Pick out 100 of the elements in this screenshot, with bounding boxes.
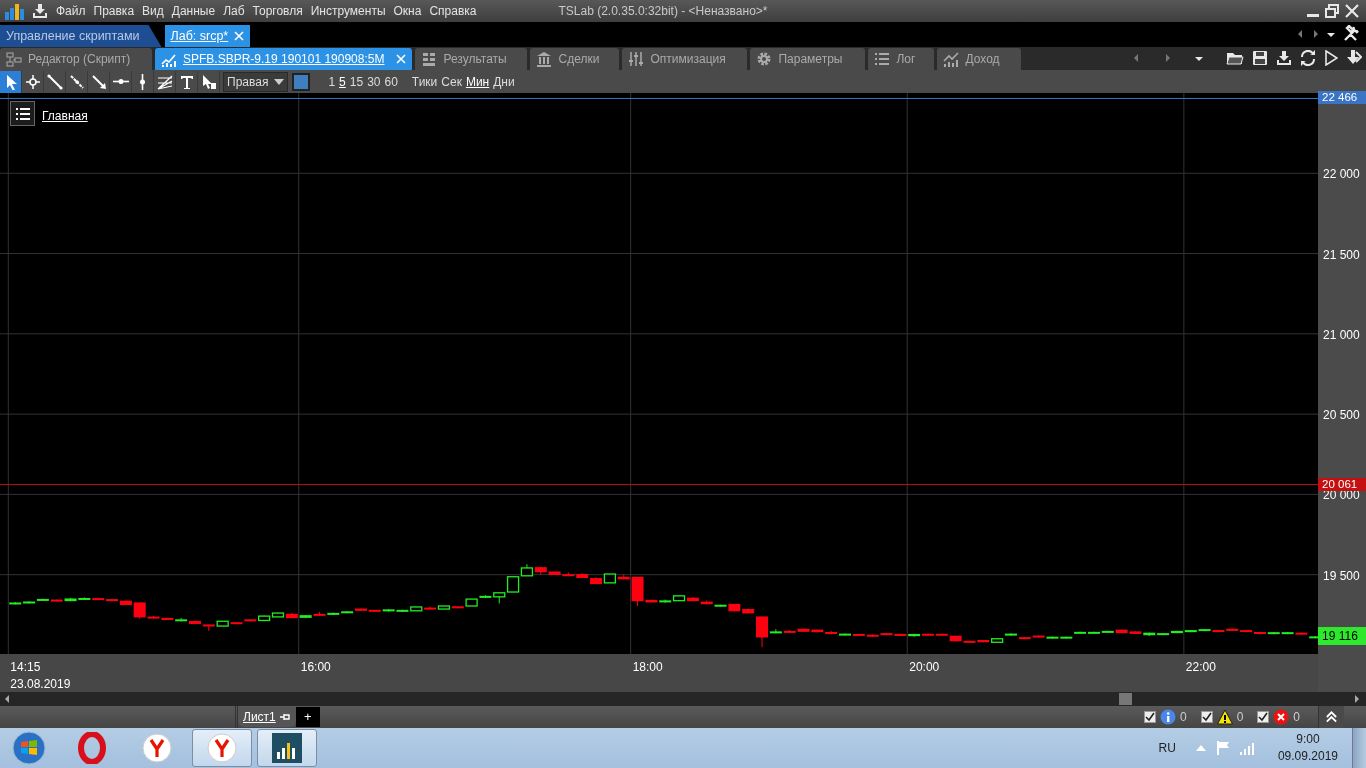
- scroll-right-icon[interactable]: [1164, 53, 1172, 63]
- unit-option[interactable]: Сек: [439, 72, 464, 91]
- drawing-tool-button[interactable]: [110, 70, 132, 93]
- caret-icon: [274, 77, 285, 86]
- time-label: 16:00: [300, 660, 331, 674]
- menu-item[interactable]: Данные: [167, 2, 220, 20]
- drawing-tool-button[interactable]: [44, 70, 66, 93]
- view-tab[interactable]: Оптимизация: [622, 48, 748, 70]
- menu-item[interactable]: Инструменты: [306, 2, 390, 20]
- taskbar-app[interactable]: [192, 729, 252, 767]
- horizontal-line-icon: [112, 79, 129, 84]
- refresh-icon[interactable]: [1300, 50, 1316, 66]
- menu-item[interactable]: Вид: [138, 2, 168, 20]
- scroll-left-icon[interactable]: [1296, 29, 1304, 39]
- text-tool-icon: [178, 73, 195, 90]
- axis-side-dropdown[interactable]: Правая: [223, 71, 289, 92]
- interval-option[interactable]: 30: [365, 72, 383, 91]
- folder-icon[interactable]: [1226, 50, 1244, 66]
- unit-option[interactable]: Тики: [409, 72, 440, 91]
- list-icon: [874, 51, 891, 67]
- close-icon: [1345, 4, 1359, 18]
- unit-option[interactable]: Мин: [463, 72, 492, 91]
- close-icon[interactable]: [396, 54, 407, 64]
- unit-option[interactable]: Дни: [491, 72, 517, 91]
- last-price-tag: 19 116: [1318, 627, 1366, 646]
- message-count: 0: [1236, 709, 1244, 726]
- message-count: 0: [1293, 709, 1300, 726]
- view-tab[interactable]: Редактор (Скрипт): [0, 48, 152, 70]
- drawing-tool-button[interactable]: [154, 70, 176, 93]
- menu-item[interactable]: Правка: [89, 2, 139, 20]
- chevron-up-icon: [1325, 710, 1338, 724]
- flowchart-icon: [6, 51, 22, 67]
- pointer-delete-icon: [200, 73, 217, 90]
- minimize-icon: [1307, 14, 1319, 17]
- add-sheet-button[interactable]: +: [295, 707, 320, 727]
- close-icon[interactable]: [234, 31, 245, 41]
- download-icon[interactable]: [1276, 50, 1292, 66]
- expand-button[interactable]: [1318, 706, 1344, 728]
- menu-item[interactable]: Справка: [425, 2, 481, 20]
- play-icon[interactable]: [1324, 50, 1338, 66]
- floppy-icon[interactable]: [1252, 50, 1268, 66]
- drawing-tool-button[interactable]: [0, 70, 22, 93]
- tools-icon[interactable]: [1342, 25, 1360, 43]
- sheet-tab[interactable]: Лист1: [238, 707, 296, 727]
- restore-button[interactable]: [1322, 1, 1342, 21]
- yandex-icon: [141, 732, 173, 764]
- filter-checkbox[interactable]: [1257, 711, 1270, 723]
- view-tab[interactable]: Сделки: [530, 48, 620, 70]
- menu-item[interactable]: Лаб: [219, 2, 249, 20]
- price-level-tag: 22 466: [1318, 91, 1366, 105]
- view-tab[interactable]: Параметры: [750, 48, 866, 70]
- scrollbar-thumb[interactable]: [1119, 693, 1132, 705]
- restore-icon: [1325, 4, 1339, 18]
- menu-item[interactable]: Окна: [389, 2, 426, 20]
- menu-icon: [14, 106, 31, 121]
- warning-icon: [1216, 709, 1233, 725]
- price-label: 21 500: [1323, 247, 1360, 262]
- scroll-left-icon[interactable]: [1132, 53, 1140, 63]
- time-label: 20:00: [909, 660, 940, 674]
- pane-link[interactable]: Главная: [42, 107, 88, 125]
- view-tab[interactable]: Результаты: [415, 48, 528, 70]
- view-tab[interactable]: Доход: [937, 48, 1022, 70]
- interval-option[interactable]: 5: [337, 72, 348, 91]
- filter-checkbox[interactable]: [1200, 711, 1213, 723]
- opera-icon: [76, 732, 108, 764]
- price-label: 19 500: [1323, 568, 1360, 583]
- scroll-left-icon[interactable]: [4, 695, 10, 703]
- gear-icon: [756, 51, 773, 67]
- fan-lines-icon: [156, 73, 173, 90]
- time-label: 14:15: [10, 660, 41, 674]
- scroll-right-icon[interactable]: [1354, 695, 1360, 703]
- yandex-icon: [206, 732, 238, 764]
- step-down-icon[interactable]: [1346, 50, 1362, 66]
- window-title: TSLab (2.0.35.0:32bit) - <Неназвано>*: [558, 3, 768, 20]
- filter-checkbox[interactable]: [1143, 711, 1156, 723]
- show-desktop-button[interactable]: [1352, 728, 1366, 768]
- tslab-icon: [271, 732, 303, 764]
- view-tab[interactable]: Лог: [868, 48, 935, 70]
- vertical-line-icon: [140, 73, 145, 90]
- date-label: 23.08.2019: [10, 677, 71, 691]
- interval-option[interactable]: 1: [326, 72, 338, 91]
- interval-option[interactable]: 15: [347, 72, 366, 91]
- time-label: 22:00: [1185, 660, 1216, 674]
- interval-option[interactable]: 60: [382, 72, 400, 91]
- language-indicator[interactable]: RU: [1158, 739, 1176, 757]
- line-icon: [46, 73, 63, 90]
- bar-chart-icon: [943, 51, 960, 67]
- taskbar-app[interactable]: [257, 729, 317, 767]
- menu-item[interactable]: Торговля: [248, 2, 307, 20]
- document-tab[interactable]: Управление скриптами: [0, 25, 162, 47]
- logo-icon: [4, 2, 24, 20]
- pane-menu-button[interactable]: [10, 101, 35, 126]
- menu-item[interactable]: Файл: [52, 2, 90, 20]
- error-icon: [1273, 709, 1290, 725]
- download-icon[interactable]: [32, 3, 48, 19]
- info-icon: [1159, 709, 1176, 725]
- price-label: 22 000: [1323, 167, 1360, 182]
- scroll-right-icon[interactable]: [1312, 29, 1320, 39]
- sliders-icon: [628, 51, 645, 67]
- color-swatch[interactable]: [292, 72, 311, 91]
